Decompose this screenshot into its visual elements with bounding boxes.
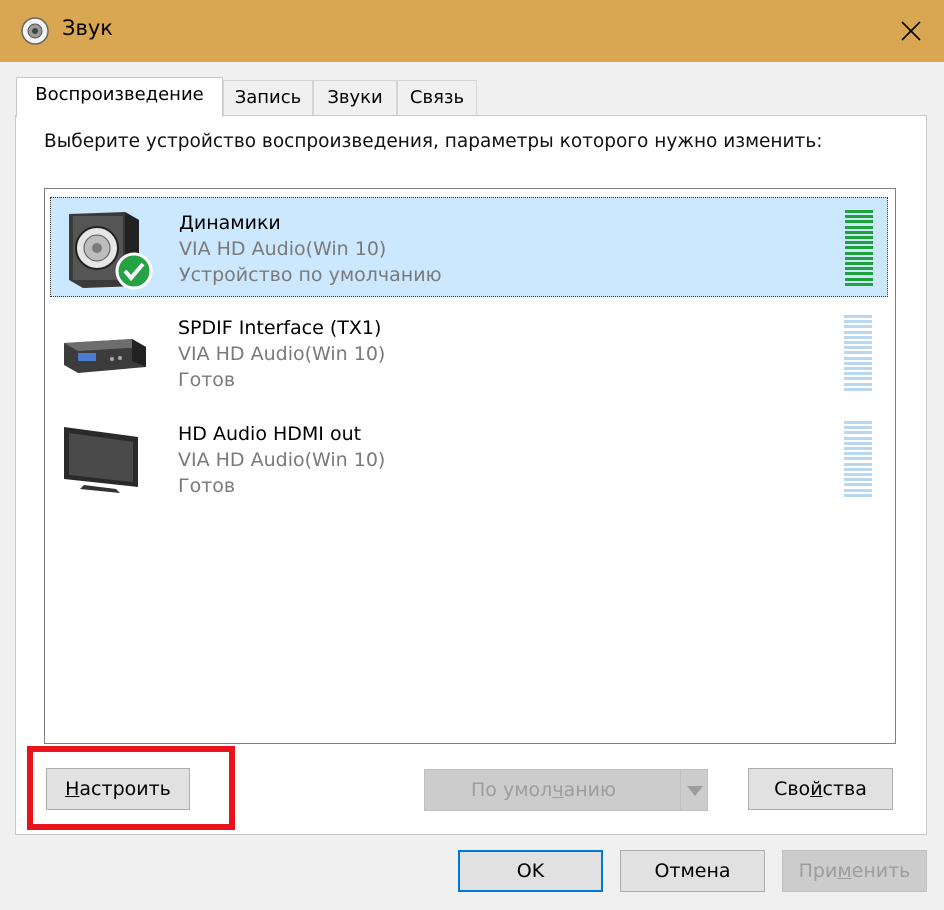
meter-bar xyxy=(844,488,872,492)
device-name: Динамики xyxy=(179,212,281,234)
meter-bar xyxy=(844,335,872,339)
tab-recording[interactable]: Запись xyxy=(223,80,313,116)
meter-bar xyxy=(844,351,872,355)
meter-bar xyxy=(845,282,873,286)
meter-bar xyxy=(844,467,872,471)
device-status: Готов xyxy=(178,475,236,497)
meter-bar xyxy=(845,277,873,281)
meter-bar xyxy=(844,452,872,456)
chevron-down-icon xyxy=(687,786,703,796)
volume-level-meter xyxy=(844,315,872,393)
meter-bar xyxy=(844,421,872,424)
configure-button[interactable]: Настроить xyxy=(46,768,190,810)
meter-bar xyxy=(844,315,872,318)
meter-bar xyxy=(844,478,872,482)
meter-bar xyxy=(845,267,873,271)
meter-bar xyxy=(844,387,872,391)
cancel-button[interactable]: Отмена xyxy=(620,850,765,892)
device-driver: VIA HD Audio(Win 10) xyxy=(179,238,387,260)
meter-bar xyxy=(844,356,872,360)
device-name: SPDIF Interface (TX1) xyxy=(178,317,382,339)
monitor-icon xyxy=(58,413,150,505)
tab-sounds[interactable]: Звуки xyxy=(313,80,397,116)
properties-button[interactable]: Свойства xyxy=(748,768,893,810)
meter-bar xyxy=(844,382,872,386)
device-item-hdmi[interactable]: HD Audio HDMI out VIA HD Audio(Win 10) Г… xyxy=(50,409,888,509)
meter-bar xyxy=(845,241,873,245)
tab-communications[interactable]: Связь xyxy=(397,80,477,116)
meter-bar xyxy=(844,426,872,430)
window-title: Звук xyxy=(62,16,113,40)
meter-bar xyxy=(845,246,873,250)
apply-button[interactable]: Применить xyxy=(782,850,927,892)
meter-bar xyxy=(844,462,872,466)
device-name: HD Audio HDMI out xyxy=(178,423,362,445)
device-status: Устройство по умолчанию xyxy=(179,264,442,286)
meter-bar xyxy=(844,367,872,370)
meter-bar xyxy=(845,220,873,224)
set-default-button[interactable]: По умолчанию xyxy=(424,769,708,811)
meter-bar xyxy=(845,251,873,255)
meter-bar xyxy=(845,210,873,213)
meter-bar xyxy=(844,436,872,440)
meter-bar xyxy=(844,341,872,344)
volume-level-meter xyxy=(845,210,873,288)
close-icon xyxy=(901,21,921,41)
title-bar[interactable]: Звук xyxy=(0,0,944,62)
meter-bar xyxy=(844,493,872,497)
meter-bar xyxy=(844,483,872,487)
instruction-text: Выберите устройство воспроизведения, пар… xyxy=(44,131,823,152)
meter-bar xyxy=(844,320,872,324)
close-button[interactable] xyxy=(890,14,930,48)
meter-bar xyxy=(845,236,873,239)
device-item-speakers[interactable]: Динамики VIA HD Audio(Win 10) Устройство… xyxy=(50,197,888,297)
meter-bar xyxy=(844,325,872,329)
default-check-icon xyxy=(115,252,153,290)
set-default-dropdown-arrow[interactable] xyxy=(680,770,708,810)
ok-button[interactable]: OK xyxy=(458,850,603,892)
meter-bar xyxy=(844,372,872,376)
device-driver: VIA HD Audio(Win 10) xyxy=(178,343,386,365)
meter-bar xyxy=(844,431,872,435)
meter-bar xyxy=(845,230,873,234)
meter-bar xyxy=(844,330,872,334)
tab-playback[interactable]: Воспроизведение xyxy=(16,77,223,117)
meter-bar xyxy=(845,215,873,219)
meter-bar xyxy=(845,225,873,229)
meter-bar xyxy=(844,377,872,381)
speaker-app-icon xyxy=(20,16,50,46)
digital-receiver-icon xyxy=(58,307,150,399)
meter-bar xyxy=(845,256,873,260)
sound-dialog: Звук Воспроизведение Запись Звуки Связь … xyxy=(0,0,944,910)
meter-bar xyxy=(845,272,873,276)
meter-bar xyxy=(844,441,872,445)
device-item-spdif[interactable]: SPDIF Interface (TX1) VIA HD Audio(Win 1… xyxy=(50,303,888,403)
device-driver: VIA HD Audio(Win 10) xyxy=(178,449,386,471)
meter-bar xyxy=(845,262,873,265)
meter-bar xyxy=(844,457,872,461)
meter-bar xyxy=(844,361,872,365)
meter-bar xyxy=(844,473,872,476)
device-status: Готов xyxy=(178,369,236,391)
meter-bar xyxy=(844,346,872,350)
volume-level-meter xyxy=(844,421,872,499)
device-list[interactable]: Динамики VIA HD Audio(Win 10) Устройство… xyxy=(44,188,896,744)
meter-bar xyxy=(844,447,872,450)
